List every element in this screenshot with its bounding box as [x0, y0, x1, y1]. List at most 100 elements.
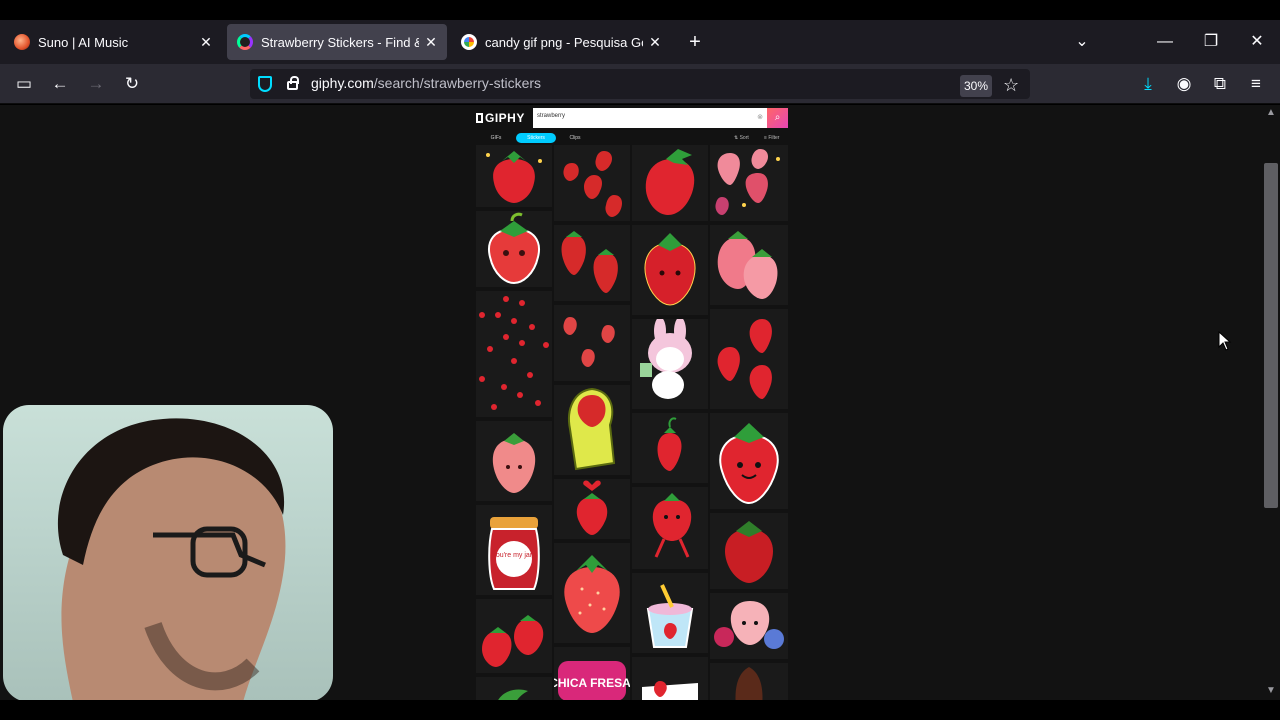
cute-strawberry-sticker	[488, 212, 540, 285]
reload-button[interactable]: ↻	[120, 72, 144, 96]
back-button[interactable]: ←	[48, 72, 72, 96]
menu-icon[interactable]: ≡	[1244, 72, 1268, 96]
walking-strawberry-sticker	[652, 493, 692, 558]
forward-button[interactable]: →	[84, 72, 108, 96]
sort-label: Sort	[739, 135, 749, 141]
sticker-item[interactable]	[710, 513, 788, 589]
sticker-item[interactable]	[710, 225, 788, 305]
heart-strawberry-sticker	[576, 480, 608, 535]
extensions-icon[interactable]: ⧉	[1208, 72, 1232, 96]
giphy-search-input[interactable]: strawberry ⊗	[533, 108, 767, 128]
account-icon[interactable]: ◉	[1172, 72, 1196, 96]
strawberry-pattern-sticker	[479, 296, 549, 410]
tab-clips[interactable]: Clips	[558, 133, 592, 143]
sticker-item[interactable]	[632, 657, 708, 700]
leaf-sticker	[498, 689, 528, 700]
giphy-logo-icon	[476, 113, 483, 123]
pair-strawberries-sticker	[561, 231, 618, 293]
pastel-strawberry-sticker	[492, 433, 536, 493]
happy-strawberry-sticker	[719, 423, 779, 505]
sticker-item[interactable]	[476, 677, 552, 700]
giphy-header: GIPHY strawberry ⊗ ⌕	[476, 107, 788, 129]
sticker-item[interactable]	[554, 145, 630, 221]
sticker-item[interactable]	[710, 413, 788, 509]
scattered-strawberries-sticker	[563, 151, 622, 217]
sticker-item[interactable]	[554, 543, 630, 643]
cake-slice-sticker	[642, 681, 698, 700]
strawberry-sparkle-sticker	[486, 151, 542, 203]
sticker-item[interactable]	[476, 211, 552, 287]
tab-suno[interactable]: Suno | AI Music ✕	[4, 24, 222, 60]
scroll-up-arrow[interactable]: ▲	[1262, 107, 1280, 118]
sticker-item[interactable]	[476, 145, 552, 207]
jam-jar-sticker: you're my jam	[488, 517, 540, 590]
minimize-button[interactable]: —	[1153, 30, 1177, 54]
sticker-item[interactable]	[632, 413, 708, 483]
small-strawberries-sticker	[563, 317, 615, 367]
bookmark-star-icon[interactable]: ☆	[1003, 73, 1019, 97]
screen-top-bar	[0, 0, 1280, 20]
sticker-item[interactable]	[476, 291, 552, 417]
sticker-item[interactable]	[476, 421, 552, 501]
my-melody-sticker	[640, 319, 692, 399]
sticker-item[interactable]	[632, 573, 708, 653]
window-close-button[interactable]: ✕	[1245, 30, 1269, 54]
sticker-item[interactable]	[554, 305, 630, 381]
giphy-logo[interactable]: GIPHY	[476, 111, 525, 125]
sticker-item[interactable]: CHICA FRESA	[554, 647, 630, 700]
giphy-search-button[interactable]: ⌕	[767, 108, 788, 128]
sticker-item[interactable]	[554, 385, 630, 475]
sticker-item[interactable]	[476, 599, 552, 673]
search-value: strawberry	[537, 113, 566, 119]
tab-title: candy gif png - Pesquisa Googl	[485, 34, 643, 50]
list-tabs-button[interactable]: ⌄	[1070, 30, 1094, 54]
sticker-item[interactable]	[554, 225, 630, 301]
sticker-item[interactable]	[632, 319, 708, 409]
sort-button[interactable]: ⇅ Sort	[734, 133, 749, 143]
sticker-item[interactable]	[632, 225, 708, 315]
sticker-item[interactable]	[710, 309, 788, 409]
close-icon[interactable]: ✕	[647, 34, 663, 51]
sidebar-icon[interactable]: ▭	[12, 72, 36, 96]
tab-stickers[interactable]: Stickers	[516, 133, 556, 143]
giphy-logo-text: GIPHY	[485, 111, 525, 125]
chica-fresa-text: CHICA FRESA	[554, 676, 630, 690]
sticker-item[interactable]	[632, 487, 708, 569]
tab-title: Suno | AI Music	[38, 34, 129, 50]
sticker-item[interactable]: you're my jam	[476, 505, 552, 595]
scrollbar-thumb[interactable]	[1264, 163, 1278, 508]
yogurt-cup-sticker	[646, 584, 694, 648]
close-icon[interactable]: ✕	[423, 34, 439, 51]
scroll-down-arrow[interactable]: ▼	[1262, 685, 1280, 696]
webcam-overlay	[3, 405, 333, 702]
jam-sticker-text: you're my jam	[492, 552, 536, 559]
url-domain: giphy.com	[311, 75, 374, 91]
tab-giphy[interactable]: Strawberry Stickers - Find & Sh ✕	[227, 24, 447, 60]
strawberry-basket-sticker	[568, 387, 616, 471]
small-strawberry-sticker	[657, 417, 682, 471]
sticker-item[interactable]	[710, 145, 788, 221]
page-scrollbar[interactable]: ▲ ▼	[1262, 105, 1280, 700]
tab-gifs[interactable]: GIFs	[478, 133, 514, 143]
big-strawberry-sticker	[564, 555, 620, 633]
filter-button[interactable]: ≡ Filter	[764, 133, 779, 143]
sticker-item[interactable]	[554, 479, 630, 539]
lock-icon[interactable]	[287, 76, 299, 90]
google-icon	[461, 34, 477, 50]
sticker-item[interactable]	[710, 663, 788, 700]
tracking-protection-icon[interactable]	[258, 76, 272, 92]
url-path: /search/strawberry-stickers	[373, 75, 542, 91]
glitter-strawberry-sticker	[644, 233, 696, 306]
address-bar[interactable]: giphy.com/search/strawberry-stickers	[250, 69, 1030, 99]
sticker-item[interactable]	[632, 145, 708, 221]
close-icon[interactable]: ✕	[198, 34, 214, 51]
restore-button[interactable]: ❐	[1199, 30, 1223, 54]
tab-google[interactable]: candy gif png - Pesquisa Googl ✕	[451, 24, 671, 60]
clear-search-icon[interactable]: ⊗	[757, 113, 763, 121]
new-tab-button[interactable]: +	[684, 30, 706, 54]
sticker-item[interactable]	[710, 593, 788, 659]
url-text[interactable]: giphy.com/search/strawberry-stickers	[311, 75, 541, 91]
downloads-icon[interactable]: ⤓	[1136, 72, 1160, 96]
two-strawberries-sticker	[482, 615, 544, 667]
zoom-level-button[interactable]: 30%	[960, 75, 992, 97]
